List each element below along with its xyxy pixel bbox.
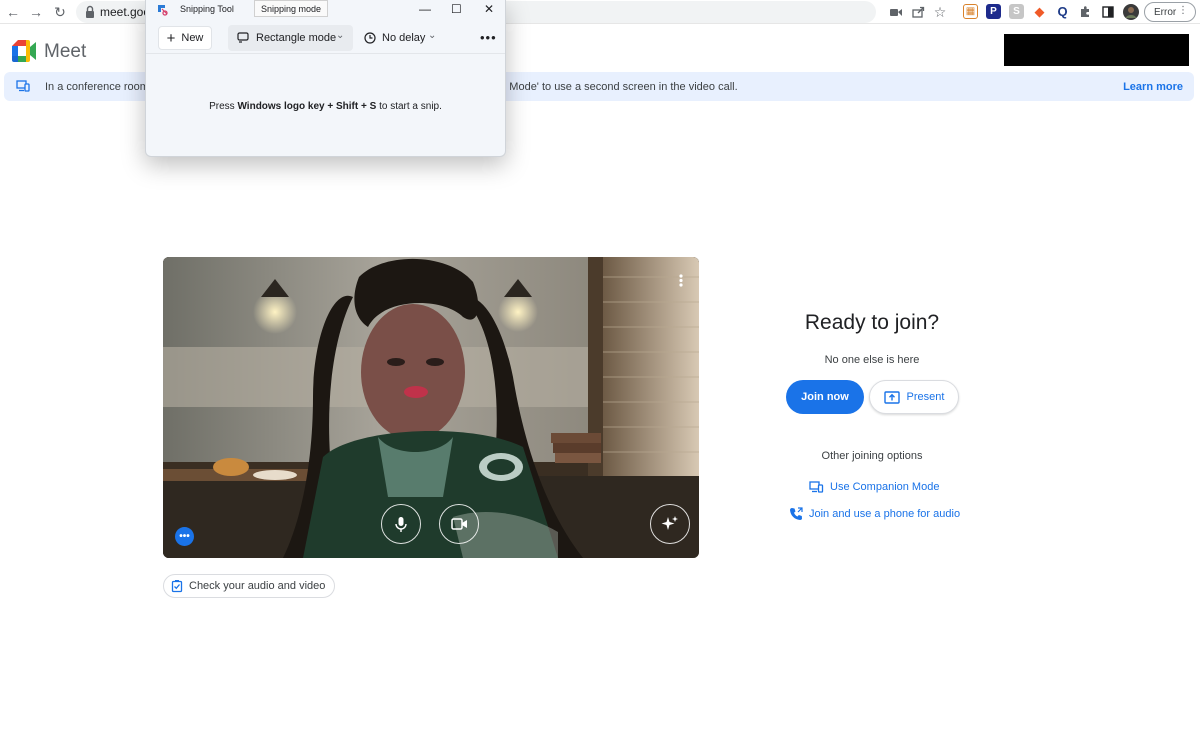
snipping-mode-tooltip: Snipping mode	[254, 0, 329, 17]
more-options-dots-button[interactable]: •••	[175, 527, 194, 546]
orange-ext-icon[interactable]: ◆	[1032, 4, 1047, 19]
check-audio-video-button[interactable]: Check your audio and video	[163, 574, 335, 598]
meet-title: Meet	[44, 41, 87, 62]
video-more-options-icon[interactable]	[679, 274, 683, 292]
present-button[interactable]: Present	[869, 380, 959, 414]
phone-audio-label: Join and use a phone for audio	[809, 508, 961, 520]
s-ext-icon[interactable]: S	[1009, 4, 1024, 19]
microphone-toggle-button[interactable]	[381, 504, 421, 544]
present-label: Present	[906, 391, 945, 403]
snipping-mode-dropdown[interactable]: Rectangle mode ⌄	[228, 25, 353, 51]
camera-toggle-button[interactable]	[439, 504, 479, 544]
video-preview	[163, 257, 699, 558]
use-companion-mode-link[interactable]: Use Companion Mode	[809, 481, 939, 493]
side-panel-icon[interactable]	[1099, 3, 1117, 21]
maximize-icon[interactable]: ☐	[451, 2, 462, 16]
back-arrow-icon[interactable]: ←	[4, 3, 22, 21]
ready-to-join-heading: Ready to join?	[804, 311, 940, 334]
minimize-icon[interactable]: —	[419, 2, 431, 16]
companion-device-icon	[809, 481, 824, 493]
camera-indicator-icon[interactable]	[887, 3, 905, 21]
sparkle-effects-icon	[661, 516, 678, 530]
q-ext-icon[interactable]: Q	[1055, 4, 1070, 19]
grid-ext-icon[interactable]: ▦	[963, 4, 978, 19]
snipping-app-name: Snipping Tool	[180, 4, 234, 14]
hint-key-windows: Windows logo key	[237, 101, 325, 112]
new-snip-button[interactable]: + New	[158, 26, 212, 50]
error-label: Error	[1154, 6, 1177, 18]
camera-feed-image	[163, 257, 699, 558]
companion-mode-label: Use Companion Mode	[830, 481, 940, 493]
mode-label: Rectangle mode	[256, 32, 337, 44]
hint-plus: +	[358, 101, 370, 112]
snipping-tool-app-icon	[158, 5, 168, 16]
other-joining-options-label: Other joining options	[821, 450, 923, 462]
check-audio-video-label: Check your audio and video	[189, 580, 326, 592]
join-phone-audio-link[interactable]: Join and use a phone for audio	[789, 507, 960, 521]
phone-icon	[790, 507, 803, 520]
snip-hint-text: Press Windows logo key + Shift + S to st…	[146, 101, 505, 112]
redacted-account-area	[1004, 34, 1189, 66]
more-vert-icon: ⋮	[1178, 5, 1188, 16]
more-options-icon[interactable]: •••	[480, 30, 497, 45]
close-icon[interactable]: ✕	[484, 2, 494, 16]
present-screen-icon	[883, 390, 900, 404]
banner-text-left: In a conference room	[45, 81, 149, 93]
microphone-icon	[395, 516, 407, 532]
bookmark-star-icon[interactable]: ☆	[931, 3, 949, 21]
new-snip-label: New	[181, 32, 204, 44]
share-icon[interactable]	[909, 3, 927, 21]
hint-prefix: Press	[209, 101, 238, 112]
participants-status: No one else is here	[824, 354, 920, 366]
chevron-down-icon: ⌄	[336, 30, 345, 41]
companion-device-icon	[16, 80, 30, 92]
hint-suffix: to start a snip.	[376, 101, 442, 112]
hint-plus: +	[324, 101, 336, 112]
banner-text-right: on Mode' to use a second screen in the v…	[494, 81, 738, 93]
chevron-down-icon: ⌄	[428, 30, 437, 41]
join-now-button[interactable]: Join now	[786, 380, 864, 414]
snipping-tool-window: Snipping Tool Snipping mode — ☐ ✕ + New …	[145, 0, 506, 157]
lock-icon	[86, 5, 94, 18]
learn-more-link[interactable]: Learn more	[1123, 81, 1183, 93]
meet-logo-icon	[12, 40, 36, 62]
reload-icon[interactable]: ↻	[51, 3, 69, 21]
extensions-puzzle-icon[interactable]	[1076, 3, 1094, 21]
delay-dropdown[interactable]: No delay ⌄	[360, 25, 440, 51]
profile-avatar[interactable]	[1122, 3, 1140, 21]
clock-icon	[364, 32, 376, 44]
visual-effects-button[interactable]	[650, 504, 690, 544]
rectangle-mode-icon	[237, 32, 249, 43]
p-ext-icon[interactable]: P	[986, 4, 1001, 19]
video-camera-icon	[450, 518, 467, 530]
snipping-titlebar[interactable]: Snipping Tool Snipping mode — ☐ ✕	[146, 0, 505, 19]
delay-label: No delay	[382, 32, 426, 44]
device-check-icon	[171, 579, 183, 592]
hint-key-shift: Shift	[336, 101, 359, 112]
error-chip[interactable]: Error ⋮	[1144, 2, 1196, 22]
plus-icon: +	[166, 29, 176, 47]
snipping-toolbar: + New Rectangle mode ⌄ No delay ⌄ •••	[146, 24, 505, 54]
forward-arrow-icon[interactable]: →	[27, 3, 45, 21]
